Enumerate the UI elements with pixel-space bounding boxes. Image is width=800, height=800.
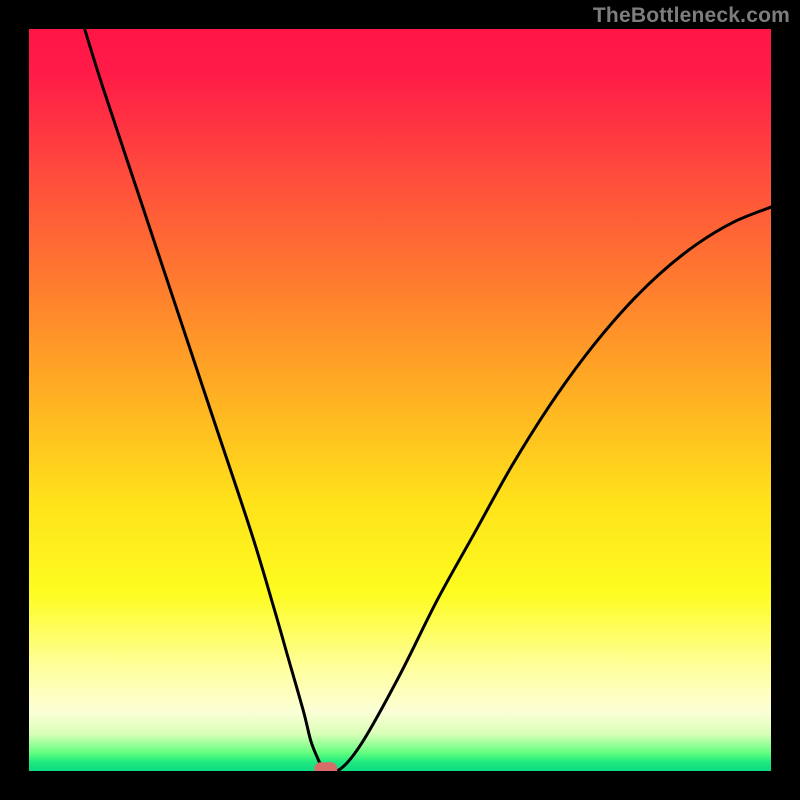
bottleneck-curve: [85, 29, 771, 771]
watermark-text: TheBottleneck.com: [593, 4, 790, 28]
plot-area: [29, 29, 771, 771]
chart-frame: TheBottleneck.com: [0, 0, 800, 800]
curve-layer: [29, 29, 771, 771]
minimum-marker: [315, 763, 337, 771]
